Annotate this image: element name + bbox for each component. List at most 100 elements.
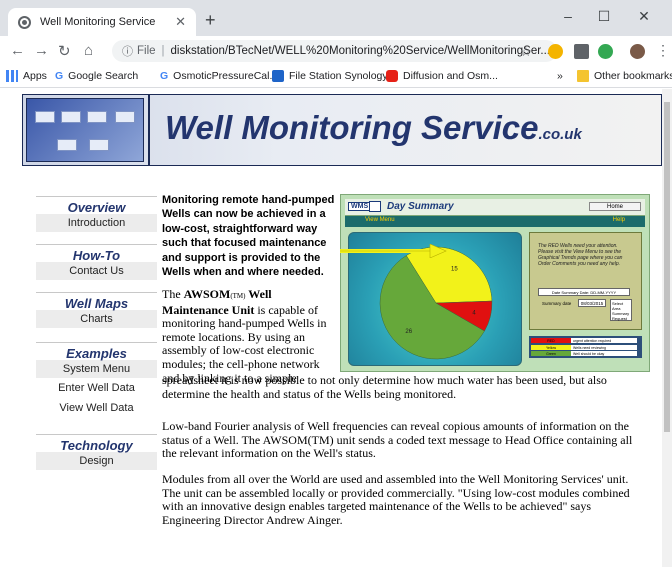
home-icon[interactable]: ⌂	[84, 42, 93, 59]
nav-link-design[interactable]: Design	[36, 452, 157, 470]
youtube-icon	[386, 70, 398, 82]
nav-link-system-menu[interactable]: System Menu	[36, 360, 157, 378]
profile-avatar[interactable]	[630, 44, 645, 59]
site-title-text: Well Monitoring Service	[165, 109, 539, 146]
wms-logo: WMS	[348, 202, 372, 211]
browser-toolbar: ← → ↻ ⌂ ⓘ File | diskstation/BTecNet/WEL…	[0, 36, 672, 66]
maximize-icon[interactable]: ☐	[594, 8, 614, 25]
bookmark-label: Apps	[23, 70, 47, 82]
home-button[interactable]: Home	[589, 202, 641, 211]
legend-swatch-label: Green	[531, 351, 571, 356]
nav-overview: Overview Introduction	[36, 196, 157, 232]
summary-date-input[interactable]: 08/03/2015	[578, 299, 606, 307]
info-box: The RED Wells need your attention. Pleas…	[529, 232, 642, 330]
nav-link-introduction[interactable]: Introduction	[36, 214, 157, 232]
url-separator: |	[161, 45, 165, 57]
panel-menu-bar: View Menu Help	[345, 216, 645, 227]
day-summary-panel: WMS Day Summary Home View Menu Help 26 15…	[340, 194, 650, 372]
info-icon: ⓘ	[122, 46, 133, 58]
legend-swatch-label: RED	[531, 338, 571, 343]
summary-date-label: Summary date	[542, 301, 572, 306]
new-tab-button[interactable]: +	[205, 10, 216, 31]
legend-description: Well should be okay	[571, 351, 637, 356]
legend-row: Yellow Wells need reviewing	[531, 344, 640, 351]
nav-heading-how-to: How-To	[36, 244, 157, 263]
nav-how-to: How-To Contact Us	[36, 244, 157, 280]
bookmark-star-icon[interactable]: ☆	[520, 44, 532, 60]
tab-title: Well Monitoring Service	[40, 16, 156, 28]
nav-heading-well-maps: Well Maps	[36, 292, 157, 311]
forward-icon[interactable]: →	[34, 42, 49, 59]
apps-grid-icon	[6, 70, 18, 82]
view-menu-link[interactable]: View Menu	[365, 217, 395, 223]
browser-tab-strip: Well Monitoring Service ✕ + – ☐ ✕	[0, 0, 672, 36]
synology-icon	[272, 70, 284, 82]
close-tab-icon[interactable]: ✕	[175, 14, 186, 30]
awsom-paragraph: The AWSOM(TM) Well Maintenance Unit is c…	[162, 287, 337, 385]
back-icon[interactable]: ←	[10, 42, 25, 59]
globe-icon	[18, 15, 31, 29]
nav-heading-technology: Technology	[36, 434, 157, 453]
trademark: (TM)	[230, 292, 246, 300]
nav-heading-overview: Overview	[36, 196, 157, 215]
web-page: Well Monitoring Service.co.uk Overview I…	[0, 89, 662, 567]
google-g-icon: G	[55, 70, 64, 82]
legend-description: Wells need reviewing	[571, 344, 637, 350]
nav-link-charts[interactable]: Charts	[36, 310, 157, 328]
site-title: Well Monitoring Service.co.uk	[165, 109, 582, 147]
yellow-arrow-icon	[340, 244, 447, 258]
folder-icon	[577, 70, 589, 82]
nav-link-enter-well-data[interactable]: Enter Well Data	[36, 378, 157, 398]
site-banner: Well Monitoring Service.co.uk	[22, 94, 662, 166]
intro-paragraph: Monitoring remote hand-pumped Wells can …	[162, 194, 335, 279]
nav-link-contact-us[interactable]: Contact Us	[36, 262, 157, 280]
legend-swatch-label: Yellow	[531, 344, 571, 350]
status-legend: RED urgent attention required Yellow Wells …	[529, 336, 642, 358]
banner-diagram-image	[26, 98, 144, 162]
nav-well-maps: Well Maps Charts	[36, 292, 157, 328]
browser-tab[interactable]: Well Monitoring Service ✕	[8, 8, 196, 36]
bookmark-file-station[interactable]: File Station Synology	[272, 70, 388, 82]
extension-icon[interactable]	[548, 44, 563, 59]
date-summary-label: Date Summary Date: DD-MM-YYYY	[538, 288, 630, 296]
minimize-icon[interactable]: –	[558, 8, 578, 24]
bookmark-diffusion[interactable]: Diffusion and Osm...	[386, 70, 498, 82]
nav-technology: Technology Design	[36, 434, 157, 470]
pie-slice-label: 15	[451, 266, 458, 272]
bookmark-label: Google Search	[68, 70, 139, 82]
url-scheme: File	[137, 45, 156, 57]
address-bar[interactable]: ⓘ File | diskstation/BTecNet/WELL%20Moni…	[112, 40, 557, 62]
nav-heading-examples: Examples	[36, 342, 157, 361]
menu-dots-icon[interactable]: ⋮	[656, 42, 670, 59]
panel-title: Day Summary	[387, 201, 454, 212]
google-g-icon: G	[160, 70, 169, 82]
legend-row: RED urgent attention required	[531, 338, 640, 344]
pie-slice-label: 26	[405, 329, 412, 335]
awsom-text: The	[162, 287, 184, 301]
nav-link-view-well-data[interactable]: View Well Data	[36, 398, 157, 418]
bookmarks-bar: Apps G Google Search G OsmoticPressureCa…	[0, 66, 672, 88]
url-text: diskstation/BTecNet/WELL%20Monitoring%20…	[170, 45, 550, 57]
panel-header: WMS Day Summary Home	[345, 199, 645, 216]
help-link[interactable]: Help	[613, 217, 625, 223]
bookmark-apps[interactable]: Apps	[6, 70, 47, 82]
bookmark-label: File Station Synology	[289, 70, 388, 82]
nav-examples: Examples System Menu Enter Well Data Vie…	[36, 342, 157, 418]
extension-help-icon[interactable]	[574, 44, 589, 59]
bookmark-label: »	[557, 70, 563, 82]
bookmark-google-search[interactable]: G Google Search	[55, 70, 138, 82]
chart-line-icon	[369, 201, 381, 212]
bookmarks-overflow[interactable]: »	[557, 70, 563, 82]
awsom-name: AWSOM	[183, 287, 231, 301]
close-window-icon[interactable]: ✕	[634, 8, 654, 25]
scrollbar-thumb[interactable]	[664, 102, 670, 432]
fourier-paragraph: Low-band Fourier analysis of Well freque…	[162, 419, 633, 461]
banner-divider	[148, 95, 150, 165]
bookmark-osmotic[interactable]: G OsmoticPressureCal...	[160, 70, 278, 82]
reload-icon[interactable]: ↻	[58, 42, 71, 60]
extension-g-icon[interactable]	[598, 44, 613, 59]
info-text: The RED Wells need your attention. Pleas…	[538, 243, 623, 267]
bookmark-label: Diffusion and Osm...	[403, 70, 498, 82]
bookmark-other[interactable]: Other bookmarks	[577, 70, 672, 82]
select-area-button[interactable]: Select Area Summary Request	[610, 299, 632, 321]
